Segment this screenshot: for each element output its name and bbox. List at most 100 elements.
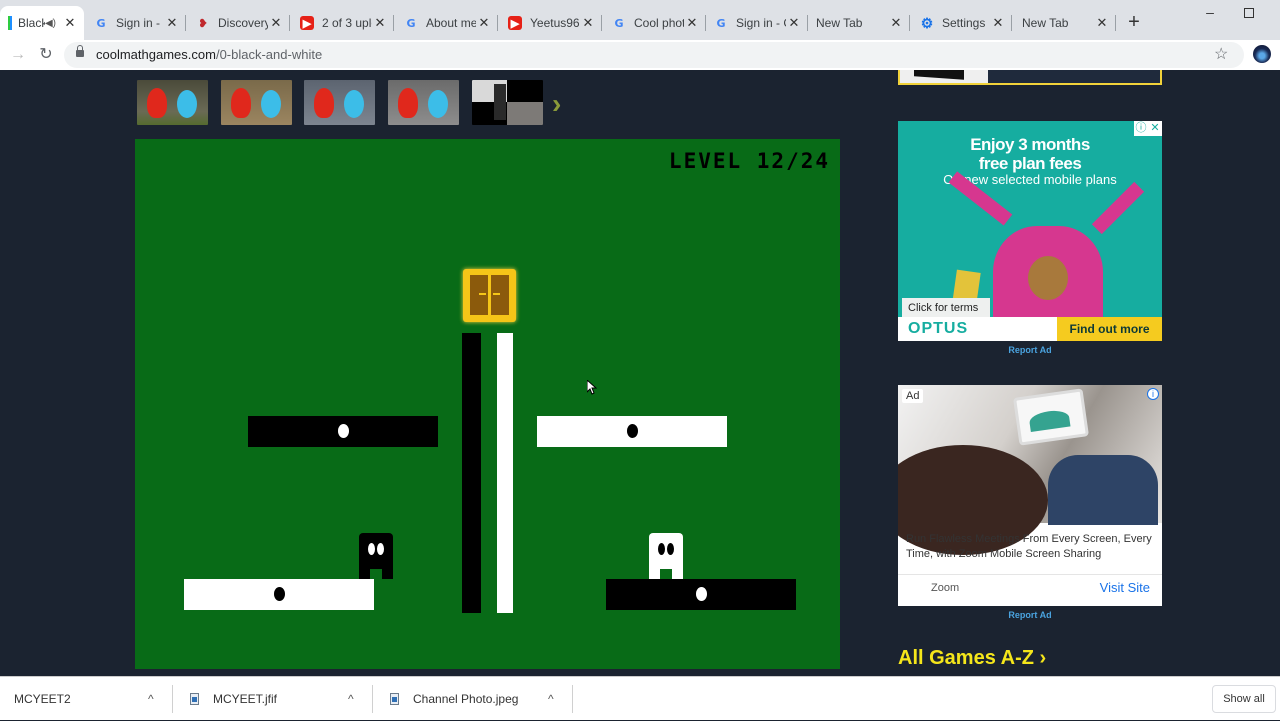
exit-door	[463, 269, 516, 322]
show-all-downloads-button[interactable]: Show all	[1212, 685, 1276, 713]
browser-tabstrip: Black ◀) ✕ G Sign in - G ✕ ❥ Discovery ✕…	[0, 0, 1280, 42]
download-options-caret[interactable]: ^	[348, 692, 354, 706]
download-options-caret[interactable]: ^	[148, 692, 154, 706]
fireboy-image	[398, 88, 418, 118]
url-text[interactable]: coolmathgames.com/0-black-and-white	[96, 47, 322, 62]
close-tab-icon[interactable]: ✕	[372, 15, 388, 31]
maximize-window-button[interactable]	[1244, 8, 1254, 18]
game-thumbnail[interactable]	[388, 80, 459, 125]
report-ad-link[interactable]: Report Ad	[898, 610, 1162, 620]
all-games-a-z-link[interactable]: All Games A-Z ›	[898, 647, 1046, 670]
zoom-ad[interactable]: Ad i Run Flawless Meetings From Every Sc…	[898, 385, 1162, 606]
tablet-image	[1013, 388, 1089, 446]
minimize-window-button[interactable]: –	[1200, 4, 1220, 20]
download-filename: MCYEET2	[14, 692, 71, 706]
thumbnails-next-arrow[interactable]: ›	[552, 88, 561, 120]
close-tab-icon[interactable]: ✕	[888, 15, 904, 31]
tab-about-me[interactable]: G About me ✕	[396, 8, 498, 38]
discovery-icon: ❥	[198, 17, 208, 30]
ad-photo	[898, 385, 1162, 555]
tab-discovery[interactable]: ❥ Discovery ✕	[188, 8, 290, 38]
game-thumbnail[interactable]	[137, 80, 208, 125]
tab-title: Settings	[942, 16, 986, 30]
close-tab-icon[interactable]: ✕	[990, 15, 1006, 31]
close-tab-icon[interactable]: ✕	[684, 15, 700, 31]
download-item[interactable]: MCYEET.jfif ^	[190, 677, 373, 721]
image-file-icon	[190, 693, 199, 705]
tab-title: Black	[18, 16, 45, 30]
youtube-icon: ▶	[300, 16, 314, 30]
tab-title: 2 of 3 uplo	[322, 16, 372, 30]
reload-button[interactable]: ↻	[36, 45, 56, 65]
close-tab-icon[interactable]: ✕	[62, 15, 78, 31]
download-options-caret[interactable]: ^	[548, 692, 554, 706]
black-character	[359, 533, 393, 579]
adchoices-info-icon[interactable]: i	[1147, 388, 1159, 400]
partial-ad-banner[interactable]	[898, 70, 1162, 85]
game-canvas[interactable]: LEVEL 12/24	[135, 139, 840, 669]
download-item[interactable]: MCYEET2 ^	[0, 677, 173, 721]
tab-new-tab[interactable]: New Tab ✕	[808, 8, 910, 38]
close-tab-icon[interactable]: ✕	[476, 15, 492, 31]
visit-site-button[interactable]: Visit Site	[1100, 580, 1150, 595]
optus-logo: OPTUS	[908, 320, 969, 337]
mouse-cursor-icon	[587, 380, 597, 395]
click-for-terms-link[interactable]: Click for terms	[902, 298, 990, 318]
image-file-icon	[390, 693, 399, 705]
google-icon: G	[96, 16, 106, 30]
find-out-more-button[interactable]: Find out more	[1057, 317, 1162, 341]
tab-settings[interactable]: ⚙ Settings ✕	[912, 8, 1012, 38]
profile-avatar[interactable]	[1253, 45, 1271, 63]
ad-headline: free plan fees	[978, 154, 1082, 173]
download-filename: Channel Photo.jpeg	[413, 692, 519, 706]
tab-cool-photo[interactable]: G Cool phot ✕	[604, 8, 706, 38]
url-domain: coolmathgames.com	[96, 47, 216, 62]
download-item[interactable]: Channel Photo.jpeg ^	[390, 677, 573, 721]
lock-icon	[76, 45, 84, 57]
ad-subhead: On new selected mobile plans	[943, 172, 1117, 187]
fireboy-image	[314, 88, 334, 118]
game-thumbnail[interactable]	[221, 80, 292, 125]
downloads-bar: MCYEET2 ^ MCYEET.jfif ^ Channel Photo.jp…	[0, 676, 1280, 720]
close-tab-icon[interactable]: ✕	[164, 15, 180, 31]
youtube-icon: ▶	[508, 16, 522, 30]
tab-new-tab-2[interactable]: New Tab ✕	[1014, 8, 1116, 38]
watergirl-image	[177, 90, 197, 118]
close-tab-icon[interactable]: ✕	[1094, 15, 1110, 31]
coolmath-page: › LEVEL 12/24 Enjoy 3 months free plan f…	[0, 70, 1280, 676]
tab-title: Yeetus96	[530, 16, 580, 30]
fireboy-image	[231, 88, 251, 118]
bookmark-star-icon[interactable]: ☆	[1214, 44, 1228, 64]
tab-sign-in[interactable]: G Sign in - G ✕	[86, 8, 186, 38]
white-character	[649, 533, 683, 579]
tab-yeetus96[interactable]: ▶ Yeetus96 ✕	[500, 8, 602, 38]
tab-sign-in-2[interactable]: G Sign in - G ✕	[706, 8, 808, 38]
address-bar[interactable]: coolmathgames.com/0-black-and-white ☆	[64, 42, 1244, 68]
tab-youtube-upload[interactable]: ▶ 2 of 3 uplo ✕	[292, 8, 394, 38]
close-tab-icon[interactable]: ✕	[268, 15, 284, 31]
fireboy-image	[147, 88, 167, 118]
forward-button[interactable]: →	[8, 45, 28, 65]
pixel-character-image	[494, 84, 506, 120]
tab-title: Cool phot	[634, 16, 684, 30]
close-tab-icon[interactable]: ✕	[580, 15, 596, 31]
tab-black[interactable]: Black ◀) ✕	[0, 6, 84, 40]
watergirl-image	[344, 90, 364, 118]
watergirl-image	[261, 90, 281, 118]
game-thumbnail[interactable]	[472, 80, 543, 125]
ad-headline: Enjoy 3 months	[970, 135, 1090, 154]
tab-title: Discovery	[218, 16, 268, 30]
switch-dot	[627, 424, 638, 438]
white-platform	[537, 416, 727, 447]
google-icon: G	[406, 16, 416, 30]
game-thumbnail[interactable]	[304, 80, 375, 125]
switch-dot	[338, 424, 349, 438]
new-tab-button[interactable]: +	[1124, 12, 1144, 32]
close-ad-icon[interactable]: ✕	[1148, 121, 1162, 136]
speaker-icon[interactable]: ◀)	[45, 18, 56, 29]
adchoices-info-icon[interactable]: ⓘ	[1134, 121, 1148, 136]
optus-ad[interactable]: Enjoy 3 months free plan fees On new sel…	[898, 121, 1162, 341]
close-tab-icon[interactable]: ✕	[786, 15, 802, 31]
report-ad-link[interactable]: Report Ad	[898, 345, 1162, 355]
black-platform	[606, 579, 796, 610]
